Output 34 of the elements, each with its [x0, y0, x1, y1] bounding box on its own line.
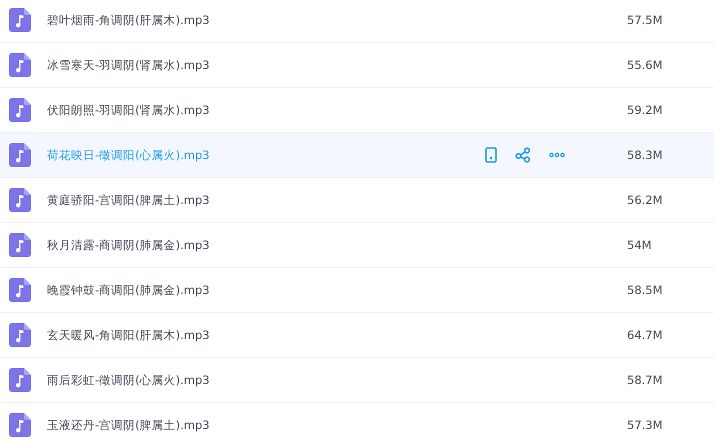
more-icon[interactable]: [549, 152, 565, 158]
file-size: 55.6M: [627, 58, 663, 72]
file-name: 玉液还丹-宫调阴(脾属土).mp3: [47, 418, 211, 432]
file-size: 58.5M: [627, 283, 663, 297]
file-name: 玄天暖风-角调阳(肝属木).mp3: [47, 328, 211, 342]
file-row[interactable]: 荷花映日-徵调阳(心属火).mp3 58.3M: [0, 133, 714, 178]
music-file-icon: [9, 323, 31, 347]
file-size: 59.2M: [627, 103, 663, 117]
file-size: 57.3M: [627, 418, 663, 432]
file-name: 黄庭骄阳-宫调阳(脾属土).mp3: [47, 192, 211, 208]
music-file-icon: [9, 233, 31, 257]
music-file-icon: [9, 188, 31, 212]
music-file-icon: [9, 8, 31, 32]
phone-icon[interactable]: [485, 147, 497, 163]
file-name: 荷花映日-徵调阳(心属火).mp3: [47, 148, 211, 162]
file-name: 晚霞钟鼓-商调阳(肺属金).mp3: [47, 282, 211, 298]
file-size: 54M: [627, 238, 652, 252]
music-file-icon: [9, 368, 31, 392]
file-name: 伏阳朗照-羽调阳(肾属水).mp3: [47, 102, 211, 118]
file-name: 冰雪寒天-羽调阴(肾属水).mp3: [47, 58, 211, 72]
file-size: 56.2M: [627, 193, 663, 207]
file-size: 58.7M: [627, 373, 663, 387]
file-name: 碧叶烟雨-角调阴(肝属木).mp3: [47, 12, 211, 28]
music-file-icon: [9, 53, 31, 77]
file-name: 秋月清露-商调阴(肺属金).mp3: [47, 238, 211, 252]
music-file-icon: [9, 278, 31, 302]
music-file-icon: [9, 143, 31, 167]
file-size: 64.7M: [627, 328, 663, 342]
music-file-icon: [9, 413, 31, 437]
music-file-icon: [9, 98, 31, 122]
file-size: 57.5M: [627, 13, 663, 27]
file-size: 58.3M: [627, 148, 663, 162]
share-icon[interactable]: [515, 147, 531, 163]
file-name: 雨后彩虹-徵调阴(心属火).mp3: [47, 372, 211, 388]
